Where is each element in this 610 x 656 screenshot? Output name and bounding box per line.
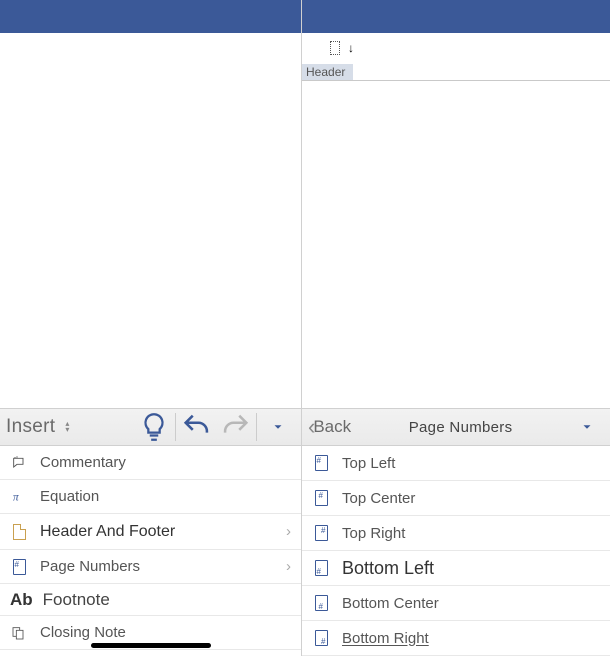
chevron-right-icon: ›	[286, 523, 291, 540]
down-arrow-icon[interactable]: ↓	[348, 41, 354, 55]
menu-label: Page Numbers	[40, 558, 140, 575]
svg-text:π: π	[13, 491, 19, 503]
insert-toolbar: Insert ▴▾	[0, 408, 301, 446]
header-tag: Header	[302, 64, 353, 80]
menu-item-equation[interactable]: π Equation	[0, 480, 301, 514]
footnote-heading: Ab Footnote	[0, 584, 301, 616]
toolbar-title[interactable]: Insert	[6, 416, 55, 438]
pos-icon-bottom-left	[312, 560, 330, 576]
title-bar-right	[302, 0, 610, 33]
ruler: ↓	[302, 33, 610, 63]
comment-icon	[10, 455, 28, 471]
pi-icon: π	[10, 489, 28, 505]
position-top-left[interactable]: Top Left	[302, 446, 610, 481]
chevron-right-icon: ›	[286, 558, 291, 575]
position-label: Top Left	[342, 455, 395, 472]
position-top-right[interactable]: Top Right	[302, 516, 610, 551]
position-list: Top Left Top Center Top Right Bottom Lef…	[302, 446, 610, 656]
pos-icon-bottom-center	[312, 595, 330, 611]
back-label: Back	[313, 417, 351, 437]
closing-note-icon	[10, 625, 28, 641]
back-button[interactable]: ‹ Back	[308, 414, 351, 440]
right-panel: ↓ Header ‹ Back Page Numbers Top Left To…	[302, 0, 610, 656]
header-divider	[302, 80, 610, 81]
position-label: Bottom Center	[342, 595, 439, 612]
position-bottom-left[interactable]: Bottom Left	[302, 551, 610, 586]
panel-title: Page Numbers	[409, 419, 513, 436]
dropdown-icon[interactable]	[261, 413, 295, 441]
dropdown-icon[interactable]	[570, 413, 604, 441]
page-number-icon	[10, 559, 28, 575]
menu-item-page-numbers[interactable]: Page Numbers ›	[0, 550, 301, 584]
menu-label: Commentary	[40, 454, 126, 471]
menu-label: Header And Footer	[40, 523, 175, 541]
page-icon	[10, 524, 28, 540]
position-bottom-center[interactable]: Bottom Center	[302, 586, 610, 621]
header-region[interactable]: Header	[302, 63, 610, 81]
undo-icon[interactable]	[180, 413, 214, 441]
title-bar-left	[0, 0, 301, 33]
insert-menu: Commentary π Equation Header And Footer …	[0, 446, 301, 650]
pos-icon-top-center	[312, 490, 330, 506]
page-numbers-toolbar: ‹ Back Page Numbers	[302, 408, 610, 446]
menu-label: Equation	[40, 488, 99, 505]
menu-label: Closing Note	[40, 624, 126, 641]
position-bottom-right[interactable]: Bottom Right	[302, 621, 610, 656]
separator	[175, 413, 176, 441]
indent-marker-icon[interactable]	[330, 41, 340, 55]
lightbulb-icon[interactable]	[137, 413, 171, 441]
pos-icon-top-right	[312, 525, 330, 541]
position-label: Top Right	[342, 525, 405, 542]
position-label: Top Center	[342, 490, 415, 507]
toolbar-stepper-icon[interactable]: ▴▾	[65, 421, 79, 433]
position-label: Bottom Right	[342, 630, 429, 647]
menu-item-header-footer[interactable]: Header And Footer ›	[0, 514, 301, 550]
menu-item-commentary[interactable]: Commentary	[0, 446, 301, 480]
left-panel: Insert ▴▾ Commentary π Equa	[0, 0, 302, 656]
home-indicator	[91, 643, 211, 648]
document-area-right: ↓ Header	[302, 33, 610, 408]
pos-icon-top-left	[312, 455, 330, 471]
heading-label: Footnote	[43, 590, 110, 610]
pos-icon-bottom-right	[312, 630, 330, 646]
document-area-left	[0, 33, 301, 408]
redo-icon[interactable]	[218, 413, 252, 441]
position-top-center[interactable]: Top Center	[302, 481, 610, 516]
separator	[256, 413, 257, 441]
ab-icon: Ab	[10, 590, 33, 610]
position-label: Bottom Left	[342, 558, 434, 579]
